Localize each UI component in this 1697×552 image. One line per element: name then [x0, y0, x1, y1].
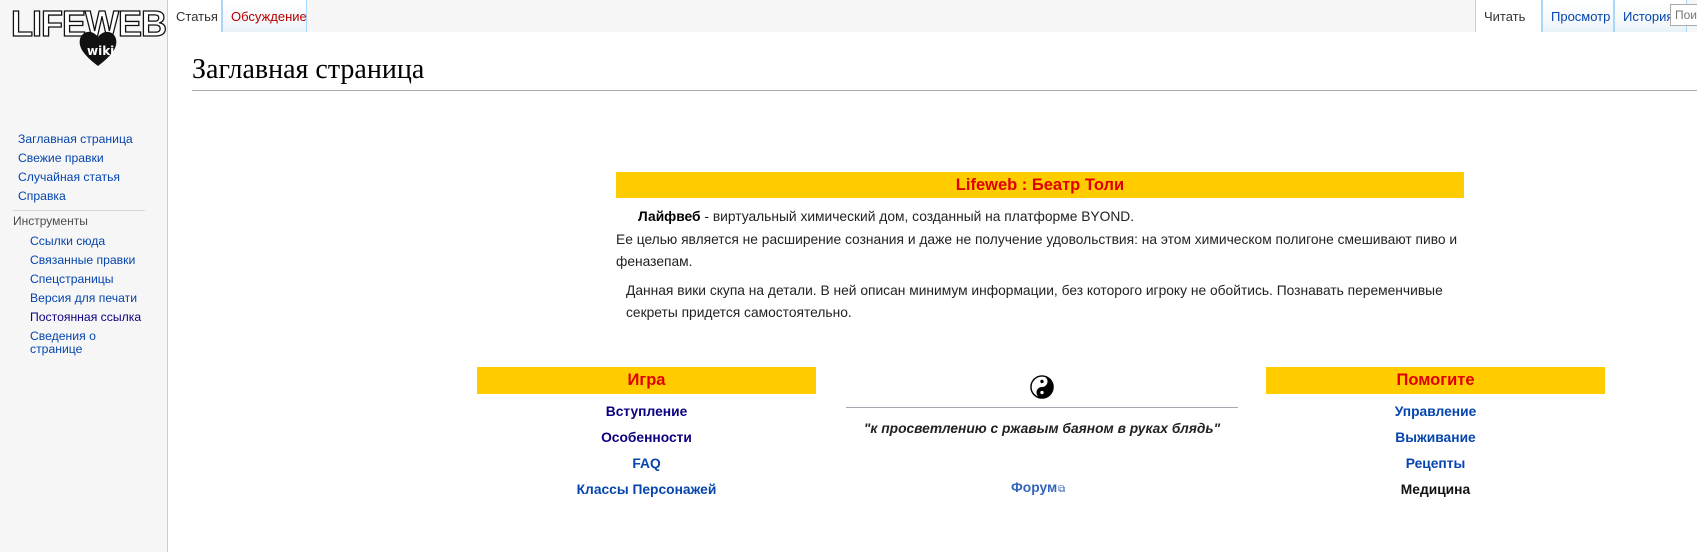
- search-input[interactable]: [1670, 4, 1697, 26]
- intro-text: Лайфвеб - виртуальный химический дом, со…: [616, 206, 1476, 325]
- link-recipes[interactable]: Рецепты: [1266, 451, 1605, 477]
- forum-link[interactable]: Форум⧉: [1011, 480, 1065, 495]
- intro-line-1-rest: - виртуальный химический дом, созданный …: [700, 209, 1135, 224]
- quote-text: "к просветлению с ржавым баяном в руках …: [863, 421, 1221, 436]
- intro-bold-term: Лайфвеб: [638, 209, 701, 224]
- help-column-title: Помогите: [1266, 367, 1605, 394]
- nav-divider: [13, 210, 145, 211]
- link-character-classes[interactable]: Классы Персонажей: [477, 477, 816, 503]
- intro-line-2: Ее целью является не расширение сознания…: [616, 231, 1458, 270]
- nav-item-permanent-link[interactable]: Постоянная ссылка: [0, 308, 167, 327]
- nav-main: Заглавная страница Свежие правки Случайн…: [0, 130, 167, 206]
- link-medicine[interactable]: Медицина: [1266, 477, 1605, 503]
- yin-yang-icon: [1030, 375, 1054, 399]
- tab-talk[interactable]: Обсуждение: [222, 0, 307, 32]
- link-features[interactable]: Особенности: [477, 425, 816, 451]
- nav-item-special-pages[interactable]: Спецстраницы: [0, 270, 167, 289]
- intro-banner: Lifeweb : Беатр Толи: [616, 172, 1464, 198]
- center-divider: [846, 407, 1238, 408]
- link-controls[interactable]: Управление: [1266, 399, 1605, 425]
- left-panel: LIFEWEB wiki Заглавная страница Свежие п…: [0, 0, 168, 552]
- nav-item-random-article[interactable]: Случайная статья: [0, 168, 167, 187]
- nav-item-recent-changes[interactable]: Свежие правки: [0, 149, 167, 168]
- site-logo[interactable]: LIFEWEB wiki: [10, 3, 168, 68]
- nav-tools-heading[interactable]: Инструменты: [0, 212, 167, 231]
- nav-item-printable-version[interactable]: Версия для печати: [0, 289, 167, 308]
- tab-read[interactable]: Читать: [1475, 0, 1542, 32]
- game-column-title: Игра: [477, 367, 816, 394]
- help-links: Управление Выживание Рецепты Медицина: [1266, 399, 1605, 503]
- nav-tools: Инструменты Ссылки сюда Связанные правки…: [0, 212, 167, 356]
- nav-item-help[interactable]: Справка: [0, 187, 167, 206]
- page-title: Заглавная страница: [192, 52, 1697, 91]
- nav-item-page-info[interactable]: Сведения о странице: [0, 327, 140, 356]
- header-tabs: Статья Обсуждение Читать Просмотр Истори…: [167, 0, 1697, 32]
- game-links: Вступление Особенности FAQ Классы Персон…: [477, 399, 816, 503]
- nav-item-main-page[interactable]: Заглавная страница: [0, 130, 167, 149]
- intro-line-1: Лайфвеб - виртуальный химический дом, со…: [616, 206, 1476, 229]
- external-link-icon: ⧉: [1058, 484, 1066, 495]
- nav-item-what-links-here[interactable]: Ссылки сюда: [0, 232, 167, 251]
- tab-view-source[interactable]: Просмотр: [1542, 0, 1614, 32]
- tab-article[interactable]: Статья: [167, 0, 222, 32]
- nav-item-related-changes[interactable]: Связанные правки: [0, 251, 167, 270]
- link-faq[interactable]: FAQ: [477, 451, 816, 477]
- link-introduction[interactable]: Вступление: [477, 399, 816, 425]
- forum-link-label: Форум: [1011, 480, 1058, 495]
- link-survival[interactable]: Выживание: [1266, 425, 1605, 451]
- intro-line-3: Данная вики скупа на детали. В ней описа…: [626, 282, 1443, 321]
- logo-wiki-badge: wiki: [87, 44, 115, 58]
